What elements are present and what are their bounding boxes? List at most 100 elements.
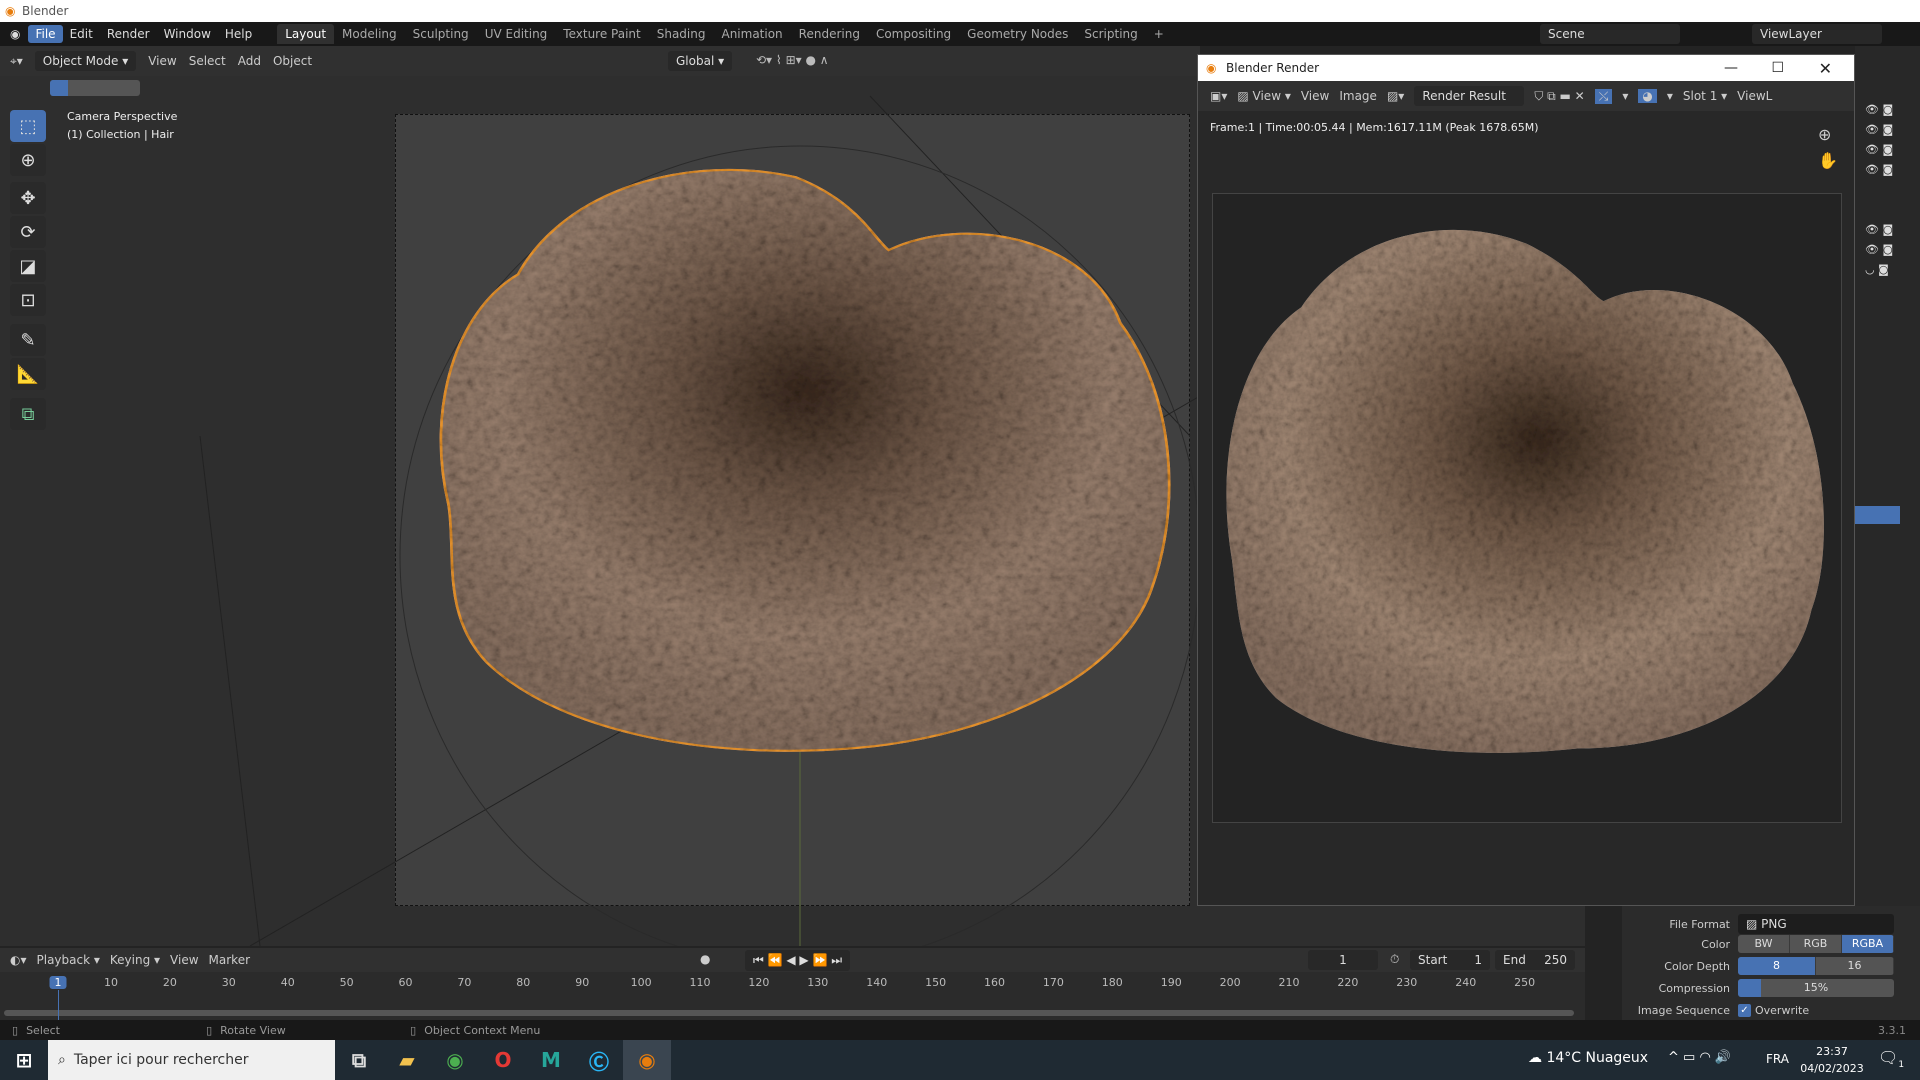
menu-keying[interactable]: Keying ▾ bbox=[110, 953, 160, 967]
tab-scripting[interactable]: Scripting bbox=[1076, 24, 1145, 44]
snap-icon[interactable]: ⟲▾ ⌇ ⊞▾ ● ∧ bbox=[756, 53, 829, 67]
cursor-icon: ⊕ bbox=[20, 149, 36, 171]
overlay-toggle-icon[interactable]: ◕ bbox=[1638, 89, 1657, 103]
timeline-scrollbar[interactable] bbox=[4, 1010, 1574, 1016]
tab-sculpting[interactable]: Sculpting bbox=[405, 24, 477, 44]
depth-8[interactable]: 8 bbox=[1738, 957, 1816, 975]
keyframe-record-icon[interactable]: ● bbox=[700, 952, 710, 966]
taskbar-search[interactable]: ⌕ Taper ici pour rechercher bbox=[48, 1040, 335, 1080]
measure-tool[interactable]: 📐 bbox=[10, 358, 46, 390]
hair-object-selected[interactable] bbox=[410, 153, 1182, 760]
menu-file[interactable]: File bbox=[28, 25, 63, 43]
depth-16[interactable]: 16 bbox=[1816, 957, 1894, 975]
menu-window[interactable]: Window bbox=[157, 25, 218, 43]
editor-type-icon[interactable]: ⌖▾ bbox=[10, 54, 23, 69]
render-view-layer[interactable]: ViewL bbox=[1737, 89, 1772, 103]
stopwatch-icon[interactable]: ⏱ bbox=[1390, 952, 1399, 967]
pan-hand-icon[interactable]: ✋ bbox=[1818, 151, 1838, 170]
frame-tick: 20 bbox=[162, 976, 177, 989]
end-frame-field[interactable]: End 250 bbox=[1495, 950, 1575, 970]
file-format-dropdown[interactable]: ▨ PNG bbox=[1738, 914, 1894, 934]
mode-dropdown[interactable]: Object Mode ▾ bbox=[34, 51, 137, 71]
timeline-ruler[interactable]: 1 10 20 30 40 50 60 70 80 90 100 110 120 130 140 150 160… bbox=[0, 972, 1585, 1020]
tab-compositing[interactable]: Compositing bbox=[868, 24, 959, 44]
overwrite-label: Overwrite bbox=[1755, 1003, 1810, 1017]
menu-render[interactable]: Render bbox=[100, 25, 157, 43]
task-view-icon[interactable]: ⧉ bbox=[335, 1040, 383, 1080]
playhead[interactable] bbox=[58, 990, 59, 1020]
c-app-icon[interactable]: Ⓒ bbox=[575, 1040, 623, 1080]
image-actions-icon[interactable]: ⛉ ⧉ ▬ ✕ bbox=[1534, 89, 1584, 104]
chrome-icon[interactable]: ◉ bbox=[431, 1040, 479, 1080]
color-rgb[interactable]: RGB bbox=[1790, 935, 1842, 953]
gizmo-toggle-icon[interactable]: ⤯ bbox=[1594, 88, 1613, 104]
frame-tick: 80 bbox=[516, 976, 531, 989]
add-workspace-button[interactable]: + bbox=[1146, 24, 1172, 44]
start-frame-field[interactable]: Start 1 bbox=[1410, 950, 1490, 970]
compression-slider[interactable]: 15% bbox=[1738, 979, 1894, 997]
view-layer-name: ViewLayer bbox=[1760, 27, 1822, 41]
current-frame-field[interactable]: 1 bbox=[1308, 950, 1378, 970]
menu-select[interactable]: Select bbox=[189, 54, 226, 68]
transform-tool[interactable]: ⊡ bbox=[10, 284, 46, 316]
select-box-icon: ⬚ bbox=[19, 115, 37, 137]
editor-type-icon[interactable]: ◐▾ bbox=[10, 953, 27, 967]
rotate-tool[interactable]: ⟳ bbox=[10, 216, 46, 248]
zoom-icon[interactable]: ⊕ bbox=[1818, 125, 1831, 144]
search-placeholder: Taper ici pour rechercher bbox=[73, 1052, 249, 1068]
notification-icon[interactable]: 🗨1 bbox=[1878, 1048, 1904, 1070]
tab-geometry-nodes[interactable]: Geometry Nodes bbox=[959, 24, 1076, 44]
clock[interactable]: 23:37 04/02/2023 bbox=[1800, 1043, 1864, 1077]
maya-icon[interactable]: M bbox=[527, 1040, 575, 1080]
menu-playback[interactable]: Playback ▾ bbox=[37, 953, 100, 967]
frame-tick: 190 bbox=[1160, 976, 1182, 989]
menu-object[interactable]: Object bbox=[273, 54, 312, 68]
tab-animation[interactable]: Animation bbox=[713, 24, 790, 44]
tab-rendering[interactable]: Rendering bbox=[791, 24, 868, 44]
maximize-button[interactable]: ☐ bbox=[1771, 60, 1784, 76]
close-button[interactable]: ✕ bbox=[1819, 59, 1832, 78]
menu-view[interactable]: View bbox=[170, 953, 198, 967]
blender-logo-icon[interactable]: ◉ bbox=[10, 27, 20, 41]
render-result-image[interactable] bbox=[1212, 193, 1842, 823]
menu-marker[interactable]: Marker bbox=[209, 953, 250, 967]
properties-tab-active[interactable] bbox=[1855, 506, 1900, 524]
weather-widget[interactable]: ☁ 14°C Nuageux bbox=[1528, 1050, 1648, 1066]
opera-icon[interactable]: O bbox=[479, 1040, 527, 1080]
menu-edit[interactable]: Edit bbox=[63, 25, 100, 43]
viewport-header: ⌖▾ Object Mode ▾ View Select Add Object … bbox=[0, 46, 1200, 76]
tab-layout[interactable]: Layout bbox=[277, 24, 335, 44]
annotate-tool[interactable]: ✎ bbox=[10, 324, 46, 356]
menu-help[interactable]: Help bbox=[218, 25, 259, 43]
minimize-button[interactable]: — bbox=[1724, 60, 1738, 76]
status-context: Object Context Menu bbox=[424, 1023, 541, 1037]
color-rgba[interactable]: RGBA bbox=[1842, 935, 1894, 953]
cursor-tool[interactable]: ⊕ bbox=[10, 144, 46, 176]
menu-view[interactable]: View bbox=[148, 54, 176, 68]
language-indicator[interactable]: FRA bbox=[1766, 1052, 1789, 1066]
tray-icons[interactable]: ^ ▭ ◠ 🔊 bbox=[1668, 1050, 1731, 1065]
scene-name: Scene bbox=[1548, 27, 1585, 41]
add-cube-tool[interactable]: ⧉ bbox=[10, 398, 46, 430]
select-box-tool[interactable]: ⬚ bbox=[10, 110, 46, 142]
move-tool[interactable]: ✥ bbox=[10, 182, 46, 214]
orientation-dropdown[interactable]: Global ▾ bbox=[668, 51, 733, 71]
menu-add[interactable]: Add bbox=[238, 54, 261, 68]
view-layer-selector[interactable]: ViewLayer bbox=[1752, 24, 1882, 44]
visibility-icons[interactable]: 👁 ◙ 👁 ◙ 👁 ◙ 👁 ◙ 👁 ◙ 👁 ◙ ◡ ◙ bbox=[1865, 100, 1893, 280]
blender-taskbar-icon[interactable]: ◉ bbox=[623, 1040, 671, 1080]
overwrite-checkbox[interactable]: ✓ bbox=[1738, 1003, 1751, 1017]
tab-texture-paint[interactable]: Texture Paint bbox=[555, 24, 648, 44]
outliner-strip: 👁 ◙ 👁 ◙ 👁 ◙ 👁 ◙ 👁 ◙ 👁 ◙ ◡ ◙ bbox=[1855, 46, 1920, 906]
frame-tick: 30 bbox=[221, 976, 236, 989]
windows-start-icon[interactable]: ⊞ bbox=[0, 1040, 48, 1080]
tab-uv-editing[interactable]: UV Editing bbox=[477, 24, 556, 44]
file-explorer-icon[interactable]: ▰ bbox=[383, 1040, 431, 1080]
playback-controls[interactable]: ⏮ ⏪ ◀ ▶ ⏩ ⏭ bbox=[745, 950, 851, 971]
tab-modeling[interactable]: Modeling bbox=[334, 24, 405, 44]
scene-selector[interactable]: Scene bbox=[1540, 24, 1680, 44]
color-bw[interactable]: BW bbox=[1738, 935, 1790, 953]
slot-dropdown[interactable]: Slot 1 ▾ bbox=[1683, 89, 1727, 103]
tab-shading[interactable]: Shading bbox=[649, 24, 714, 44]
scale-tool[interactable]: ◪ bbox=[10, 250, 46, 282]
